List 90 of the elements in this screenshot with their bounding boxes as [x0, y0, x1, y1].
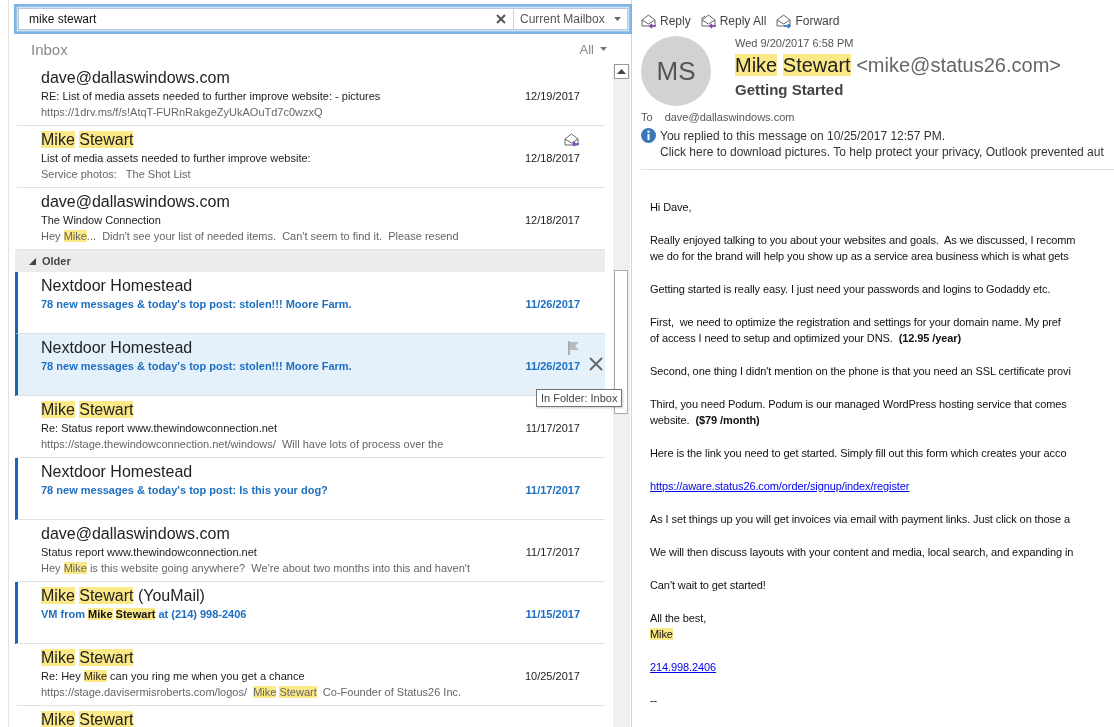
message-date: 12/18/2017	[524, 213, 580, 228]
body-text: Second, one thing I didn't mention on the phone is that you need an SSL certificate provi	[650, 364, 1072, 379]
filter-dropdown[interactable]: All	[579, 41, 607, 57]
flag-icon	[568, 340, 580, 355]
link[interactable]: 214.998.2406	[650, 659, 717, 675]
sender-name: Nextdoor Homestead	[41, 276, 194, 296]
body-text: Here is the link you need to get started. Simply fill out this form which creates your acco	[650, 446, 1068, 461]
sent-date: Wed 9/20/2017 6:58 PM	[735, 36, 855, 50]
info-icon	[641, 128, 656, 143]
message-date: 11/17/2017	[525, 421, 580, 436]
reply-info: You replied to this message on 10/25/2017 12:57 PM.	[660, 128, 946, 143]
body-text: All the best,	[650, 611, 708, 626]
envelope-reply-icon	[641, 13, 657, 29]
message-item[interactable]: dave@dallaswindows.com RE: List of media assets needed to further improve website: - pictures https://1drv.ms/f/s!AtqT-FURnRakgeZyUkAOuTd7c0wzxQ 12/19/2017	[15, 64, 605, 126]
sender-name: Mike Stewart <mike@status26.com>	[735, 53, 1061, 78]
message-item[interactable]: Mike Stewart List of media assets needed to further improve website: Service photos: The Shot List 12/18/2017	[15, 126, 605, 188]
message-item[interactable]: Mike Stewart	[15, 706, 605, 727]
close-icon	[589, 357, 603, 371]
body-text: of access I need to setup and optimized your DNS. (12.95 /year)	[650, 331, 962, 346]
message-subject: Getting Started	[735, 81, 845, 98]
message-date: 11/15/2017	[525, 607, 580, 622]
delete-button[interactable]	[589, 357, 603, 371]
message-subject: Re: Status report www.thewindowconnection.net	[41, 421, 279, 436]
body-text: Hi Dave,	[650, 200, 693, 215]
message-subject: 78 new messages & today's top post: Is this your dog?	[41, 483, 329, 498]
caret-icon	[614, 17, 621, 21]
message-date: 12/18/2017	[524, 151, 580, 166]
message-item[interactable]: Mike Stewart (YouMail) VM from Mike Stewart at (214) 998-2406 11/15/2017	[15, 582, 605, 644]
message-date: 11/26/2017	[525, 359, 580, 374]
message-date: 11/26/2017	[525, 297, 580, 312]
caret-icon	[600, 47, 607, 51]
message-subject: List of media assets needed to further improve website:	[41, 151, 312, 166]
body-text: we do for the brand will help you show up as a service area business which is what gets	[650, 249, 1070, 264]
sender-name: dave@dallaswindows.com	[41, 524, 231, 544]
action-button[interactable]: Forward	[776, 12, 840, 30]
body-text: --	[650, 693, 659, 708]
envelope-reply-icon	[700, 13, 717, 29]
download-pictures-notice[interactable]: Click here to download pictures. To help protect your privacy, Outlook prevented aut	[641, 145, 1114, 159]
scroll-up-button[interactable]	[614, 64, 629, 79]
message-item[interactable]: dave@dallaswindows.com Status report www.thewindowconnection.net Hey Mike is this website going anywhere? We're about two months into this and haven't 11/17/2017	[15, 520, 605, 582]
message-preview: https://1drv.ms/f/s!AtqT-FURnRakgeZyUkAOuTd7c0wzxQ	[41, 105, 324, 120]
body-text: Really enjoyed talking to you about your websites and goals. As we discussed, I recomm	[650, 233, 1077, 248]
sender-name: Mike Stewart	[41, 130, 135, 150]
message-preview: https://stage.davisermisroberts.com/logos/ Mike Stewart Co-Founder of Status26 Inc.	[41, 685, 463, 700]
message-preview: Hey Mike is this website going anywhere? We're about two months into this and haven't	[41, 561, 471, 576]
action-button[interactable]: Reply	[641, 12, 691, 30]
avatar: MS	[641, 36, 711, 106]
body-text: Getting started is really easy. I just need your passwords and logins to Godaddy etc.	[650, 282, 1052, 297]
message-subject: RE: List of media assets needed to further improve website: - pictures	[41, 89, 382, 104]
group-header[interactable]: Older	[15, 250, 605, 272]
body-text: Can't wait to get started!	[650, 578, 767, 593]
expanded-arrow-icon	[29, 257, 36, 265]
envelope-forward-icon	[776, 13, 793, 29]
sender-name: Mike Stewart	[41, 400, 135, 420]
sender-name: Mike Stewart (YouMail)	[41, 586, 206, 606]
message-date: 11/17/2017	[525, 545, 580, 560]
sender-name: Nextdoor Homestead	[41, 462, 194, 482]
message-subject: The Window Connection	[41, 213, 162, 228]
body-text: Mike	[650, 627, 674, 642]
folder-title: Inbox	[31, 40, 68, 58]
body-text: website. ($79 /month)	[650, 413, 761, 428]
message-item[interactable]: Mike Stewart Re: Hey Mike can you ring me when you get a chance https://stage.davisermisroberts.com/logos/ Mike Stewart Co-Founder of Status26 Inc. 10/25/2017	[15, 644, 605, 706]
body-text: First, we need to optimize the registration and settings for your domain name. My pref	[650, 315, 1062, 330]
message-subject: Status report www.thewindowconnection.net	[41, 545, 258, 560]
message-subject: 78 new messages & today's top post: stolen!!! Moore Farm.	[41, 359, 353, 374]
up-arrow-icon	[617, 69, 626, 74]
action-button[interactable]: Reply All	[700, 12, 767, 30]
message-date: 12/19/2017	[524, 89, 580, 104]
recipient: dave@dallaswindows.com	[664, 111, 795, 123]
sender-name: Mike Stewart	[41, 648, 135, 668]
body-text: Third, you need Podum. Podum is our managed WordPress hosting service that comes	[650, 397, 1068, 412]
message-subject: VM from Mike Stewart at (214) 998-2406	[41, 607, 248, 622]
message-preview: Hey Mike... Didn't see your list of needed items. Can't seem to find it. Please resend	[41, 229, 460, 244]
message-preview: https://stage.thewindowconnection.net/windows/ Will have lots of process over the	[41, 437, 445, 452]
message-preview: Service photos: The Shot List	[41, 167, 192, 182]
message-date: 10/25/2017	[524, 669, 580, 684]
sender-name: Nextdoor Homestead	[41, 338, 194, 358]
message-subject: 78 new messages & today's top post: stolen!!! Moore Farm.	[41, 297, 353, 312]
message-item[interactable]: Nextdoor Homestead 78 new messages & today's top post: Is this your dog? 11/17/2017	[15, 458, 605, 520]
link[interactable]: https://aware.status26.com/order/signup/index/register	[650, 478, 910, 494]
tooltip: In Folder: Inbox	[536, 389, 623, 407]
scope-dropdown[interactable]: Current Mailbox	[514, 8, 628, 30]
message-date: 11/17/2017	[525, 483, 580, 498]
message-subject: Re: Hey Mike can you ring me when you get a chance	[41, 669, 306, 684]
body-text: As I set things up you will get invoices via email with payment links. Just click on those a	[650, 512, 1071, 527]
body-text: We will then discuss layouts with your content and media, local search, and expanding in	[650, 545, 1075, 560]
sender-name: Mike Stewart	[41, 710, 135, 727]
sender-name: dave@dallaswindows.com	[41, 68, 231, 88]
sender-name: dave@dallaswindows.com	[41, 192, 231, 212]
to-label: To	[641, 111, 653, 123]
